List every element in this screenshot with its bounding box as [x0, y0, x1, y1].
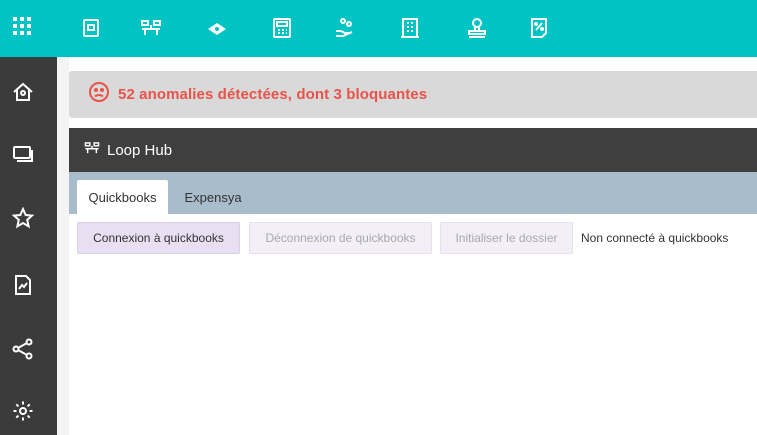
hub-icon [83, 140, 101, 160]
tab-quickbooks[interactable]: Quickbooks [77, 180, 168, 214]
sidebar [0, 57, 57, 435]
settings-icon[interactable] [10, 398, 36, 424]
tab-expensya[interactable]: Expensya [173, 180, 253, 214]
anomalies-alert[interactable]: 52 anomalies détectées, dont 3 bloquante… [69, 71, 757, 118]
hub-icon[interactable] [137, 14, 165, 42]
tab-label: Expensya [184, 189, 242, 205]
home-icon[interactable] [10, 79, 36, 105]
panel-title: Loop Hub [107, 141, 173, 159]
panel-header: Loop Hub [69, 128, 757, 172]
stamp-icon[interactable] [463, 14, 491, 42]
connection-status: Non connecté à quickbooks [581, 231, 729, 245]
document-icon[interactable] [77, 14, 105, 42]
money-icon[interactable] [203, 14, 231, 42]
share-icon[interactable] [10, 336, 36, 362]
report-icon[interactable] [10, 272, 36, 298]
tab-bar: Quickbooks Expensya [69, 172, 757, 214]
tab-label: Quickbooks [88, 189, 157, 205]
disconnect-quickbooks-button[interactable]: Déconnexion de quickbooks [249, 222, 432, 254]
calculator-icon[interactable] [268, 14, 296, 42]
content-gutter [57, 57, 69, 435]
sad-face-icon [88, 81, 110, 108]
hand-coins-icon[interactable] [331, 14, 359, 42]
apps-grid-button[interactable] [0, 0, 43, 57]
alert-text: 52 anomalies détectées, dont 3 bloquante… [118, 86, 428, 103]
grid-icon [12, 16, 32, 41]
star-icon[interactable] [10, 205, 36, 231]
initialize-folder-button[interactable]: Initialiser le dossier [440, 222, 573, 254]
connect-quickbooks-button[interactable]: Connexion à quickbooks [77, 222, 240, 254]
top-bar [0, 0, 757, 57]
percent-document-icon[interactable] [525, 14, 553, 42]
cards-icon[interactable] [10, 140, 36, 166]
building-icon[interactable] [396, 14, 424, 42]
